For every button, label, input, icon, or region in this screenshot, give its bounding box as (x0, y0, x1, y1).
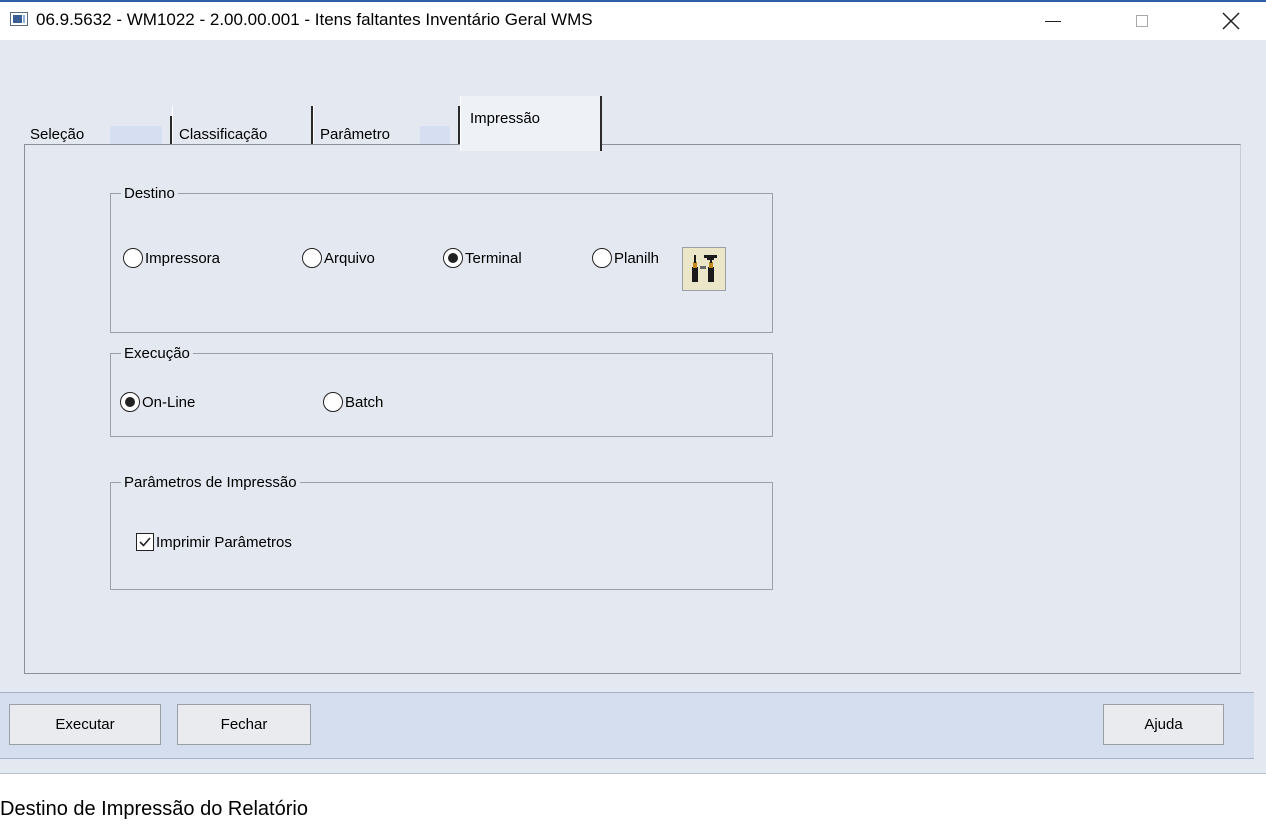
tab-panel-impressao: Destino Impressora Arquivo Terminal Plan… (24, 144, 1241, 674)
status-bar: Destino de Impressão do Relatório (0, 773, 1266, 829)
minimize-icon (1045, 20, 1061, 22)
title-bar: 06.9.5632 - WM1022 - 2.00.00.001 - Itens… (0, 2, 1266, 40)
tab-label: Impressão (470, 110, 541, 127)
radio-circle (592, 248, 612, 268)
destino-legend: Destino (124, 185, 175, 202)
tab-label: Classificação (179, 126, 268, 143)
radio-label: Terminal (465, 249, 522, 267)
ajuda-button[interactable]: Ajuda (1103, 704, 1224, 745)
tab-label: Parâmetro (320, 126, 391, 143)
radio-impressora[interactable]: Impressora (123, 248, 220, 268)
fechar-button[interactable]: Fechar (177, 704, 311, 745)
tab-label: Seleção (30, 126, 85, 143)
maximize-icon (1136, 15, 1148, 27)
radio-label: On-Line (142, 393, 196, 411)
imprimir-parametros-checkbox[interactable]: Imprimir Parâmetros (136, 533, 292, 551)
checkbox-label: Imprimir Parâmetros (156, 533, 292, 551)
parametros-group: Parâmetros de Impressão Imprimir Parâmet… (110, 474, 773, 590)
maximize-button[interactable] (1119, 2, 1165, 40)
radio-planilha[interactable]: Planilh (592, 248, 659, 268)
radio-circle (302, 248, 322, 268)
executar-button[interactable]: Executar (9, 704, 161, 745)
app-window-icon[interactable] (10, 12, 28, 26)
button-bar: Executar Fechar Ajuda (0, 692, 1254, 759)
tools-config-icon (692, 255, 717, 282)
close-icon (1222, 12, 1240, 30)
destino-group: Destino Impressora Arquivo Terminal Plan… (110, 185, 773, 333)
minimize-button[interactable] (1030, 2, 1076, 40)
window-title: 06.9.5632 - WM1022 - 2.00.00.001 - Itens… (36, 10, 593, 29)
execucao-group: Execução On-Line Batch (110, 345, 773, 437)
radio-batch[interactable]: Batch (323, 392, 383, 412)
radio-online[interactable]: On-Line (120, 392, 195, 412)
radio-label: Arquivo (324, 249, 375, 267)
radio-circle (443, 248, 463, 268)
checkbox-box (136, 533, 154, 551)
parametros-legend: Parâmetros de Impressão (124, 474, 297, 491)
radio-terminal[interactable]: Terminal (443, 248, 522, 268)
radio-label: Impressora (145, 249, 221, 267)
tab-impressao[interactable]: Impressão (460, 96, 602, 151)
status-text: Destino de Impressão do Relatório (0, 798, 308, 820)
radio-arquivo[interactable]: Arquivo (302, 248, 375, 268)
radio-label: Batch (345, 393, 384, 411)
radio-circle (120, 392, 140, 412)
close-button[interactable] (1208, 2, 1254, 40)
destino-config-button[interactable] (682, 247, 726, 291)
radio-label: Planilh (614, 249, 660, 267)
execucao-legend: Execução (124, 345, 190, 362)
radio-circle (123, 248, 143, 268)
report-window: 06.9.5632 - WM1022 - 2.00.00.001 - Itens… (0, 0, 1266, 829)
checkmark-icon (139, 537, 151, 547)
radio-circle (323, 392, 343, 412)
